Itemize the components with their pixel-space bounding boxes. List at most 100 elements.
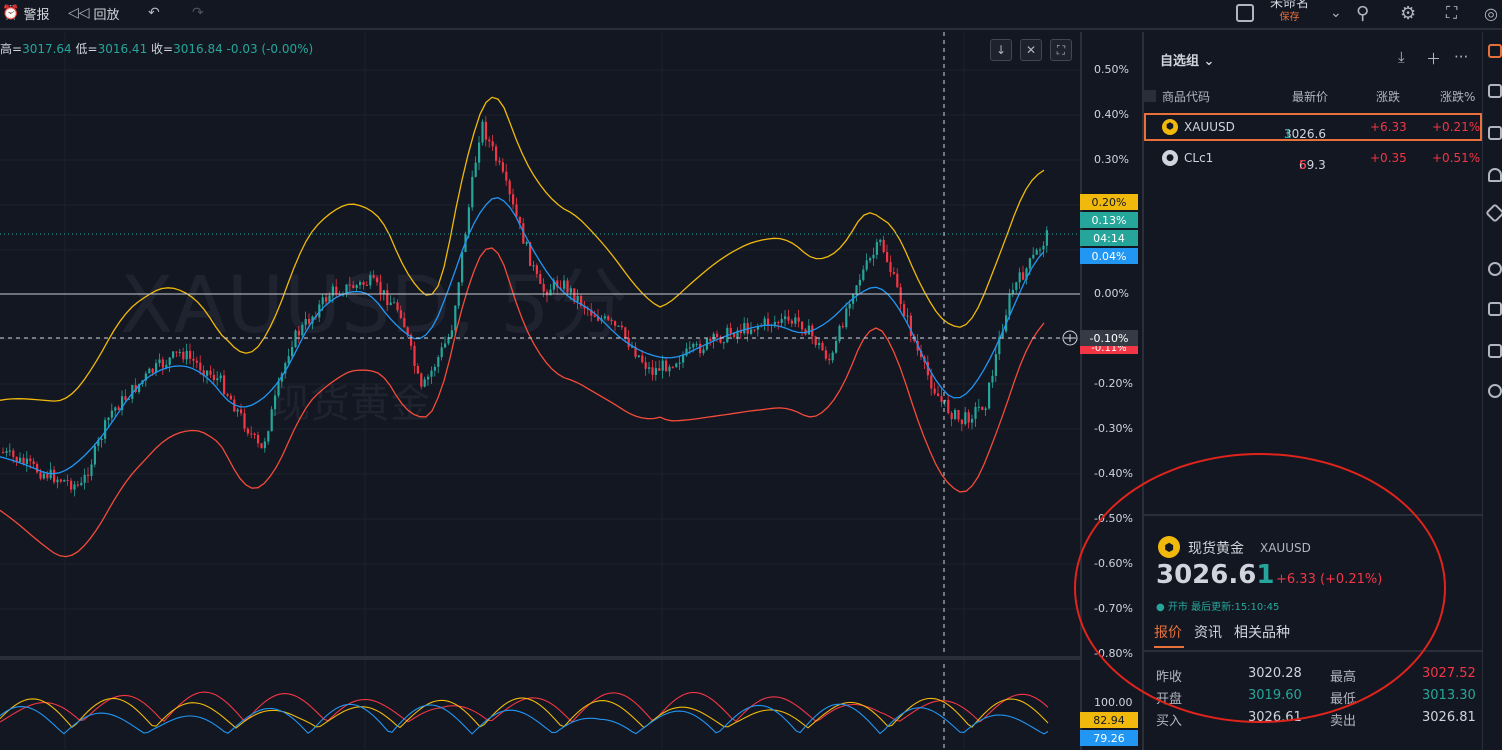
row-change: +0.35 (1370, 151, 1407, 165)
camera-icon: ◎ (1484, 3, 1498, 23)
square-icon (1236, 4, 1254, 22)
download-icon: ⤓ (1398, 48, 1405, 66)
ask-value: 3026.81 (1422, 710, 1476, 725)
watchlist-row[interactable]: ⬢ XAUUSD 3026.6 1 +6.33 +0.21% (1144, 113, 1482, 141)
layout-save-status: 保存 (1279, 12, 1300, 23)
gear-icon: ⚙ (1400, 2, 1417, 24)
fullscreen-icon: ⛶ (1446, 3, 1458, 22)
symbol-details: ⬢ 现货黄金 XAUUSD 3026.61 +6.33 (+0.21%) ● 开… (1144, 514, 1484, 750)
ohlc-high: 3017.64 (22, 42, 72, 56)
pane-separator (0, 656, 1080, 660)
ohlc-legend: 高=3017.64 低=3016.41 收=3016.84 -0.03 (-0.… (0, 40, 313, 57)
row-change: +6.33 (1370, 120, 1407, 134)
redo-button[interactable]: ↷ (192, 0, 204, 26)
open-label: 开盘 (1156, 692, 1183, 707)
layers-icon[interactable] (1485, 203, 1502, 223)
checkbox-icon[interactable] (1144, 90, 1156, 102)
alerts-list-icon[interactable] (1488, 84, 1502, 98)
scale-label: 0.00% (1094, 287, 1129, 300)
alerts-button[interactable]: ⏰ 警报 (2, 0, 49, 26)
col-change[interactable]: 涨跌 (1376, 88, 1400, 105)
high-label: 最高 (1330, 670, 1357, 685)
watchlist-icon[interactable] (1488, 44, 1502, 58)
collapse-icon: ✕ (1025, 43, 1037, 57)
scale-label: -0.40% (1094, 467, 1133, 480)
chart-canvas[interactable]: XAUUSD, 5分 现货黄金 (0, 32, 1140, 750)
oil-drop-icon: ● (1162, 150, 1178, 166)
col-change-pct[interactable]: 涨跌% (1440, 88, 1475, 105)
add-symbol-button[interactable]: ＋ (1426, 48, 1441, 69)
col-symbol[interactable]: 商品代码 (1162, 88, 1210, 105)
more-options-button[interactable]: ··· (1454, 48, 1468, 66)
calendar-icon[interactable] (1488, 126, 1502, 140)
price-chart[interactable]: XAUUSD, 5分 现货黄金 高=3017.64 低=3016.41 收=30… (0, 32, 1140, 750)
ohlc-change: -0.03 (-0.00%) (226, 42, 314, 56)
ohlc-close: 3016.84 (173, 42, 223, 56)
scale-label: 0.50% (1094, 63, 1129, 76)
col-last[interactable]: 最新价 (1292, 88, 1328, 105)
bid-label: 买入 (1156, 714, 1183, 729)
prev-close-label: 昨收 (1156, 670, 1183, 685)
settings-button[interactable]: ⚙ (1400, 0, 1416, 26)
layout-name: 未命名 (1270, 0, 1310, 11)
scale-label: -0.20% (1094, 377, 1133, 390)
price-scale-border (1080, 32, 1082, 750)
idea-icon[interactable] (1488, 302, 1502, 316)
detail-symbol: XAUUSD (1260, 541, 1311, 555)
scroll-down-button[interactable]: ↓ (990, 39, 1012, 61)
open-value: 3019.60 (1248, 688, 1302, 703)
layout-name-button[interactable]: 未命名 保存 (1270, 0, 1309, 27)
tab-news[interactable]: 资讯 (1194, 622, 1222, 642)
notification-icon[interactable] (1488, 168, 1502, 182)
tab-quote[interactable]: 报价 (1154, 622, 1182, 642)
chevron-down-icon: ⌄ (1199, 54, 1215, 69)
scale-label: -0.80% (1094, 647, 1133, 660)
undo-icon: ↶ (148, 5, 160, 21)
search-icon: ⚲ (1356, 2, 1370, 24)
undo-button[interactable]: ↶ (148, 0, 160, 26)
detail-price: 3026.61 (1156, 560, 1275, 590)
row-change-pct: +0.51% (1432, 151, 1481, 165)
ohlc-high-label: 高= (0, 42, 23, 56)
layout-square-button[interactable] (1236, 0, 1254, 26)
target-icon[interactable] (1488, 262, 1502, 276)
ohlc-close-label: 收= (151, 42, 174, 56)
layout-menu-button[interactable]: ⌄ (1330, 0, 1342, 26)
osc-scale-label: 100.00 (1094, 696, 1133, 709)
ask-label: 卖出 (1330, 714, 1357, 729)
alerts-label: 警报 (23, 7, 50, 23)
snapshot-button[interactable]: ◎ (1484, 0, 1498, 26)
scale-label: -0.30% (1094, 422, 1133, 435)
arrow-down-icon: ↓ (995, 43, 1007, 57)
row-symbol: CLc1 (1184, 151, 1214, 165)
fullscreen-button[interactable]: ⛶ (1446, 0, 1457, 26)
watchlist-title-button[interactable]: 自选组 ⌄ (1160, 50, 1214, 69)
quick-search-button[interactable]: ⚲ (1356, 0, 1369, 26)
high-value: 3027.52 (1422, 666, 1476, 681)
watermark-name: 现货黄金 (270, 381, 430, 427)
gold-bars-icon: ⬢ (1162, 119, 1178, 135)
maximize-button[interactable]: ⛶ (1050, 39, 1072, 61)
upper-band-tag: 0.20% (1080, 194, 1138, 210)
bar-countdown-tag: 04:14 (1080, 230, 1138, 246)
replay-button[interactable]: ◁◁ 回放 (68, 0, 120, 26)
detail-change: +6.33 (+0.21%) (1276, 572, 1383, 587)
scale-label: 0.30% (1094, 153, 1129, 166)
grid-icon[interactable] (1488, 344, 1502, 358)
watchlist-row[interactable]: ● CLc1 69.3 5 +0.35 +0.51% (1144, 144, 1484, 172)
import-button[interactable]: ⤓ (1398, 48, 1405, 66)
replay-label: 回放 (93, 7, 120, 23)
chart-grid (0, 32, 1080, 750)
last-price-tag: 0.13% (1080, 212, 1138, 228)
rewind-icon: ◁◁ (68, 5, 90, 21)
help-icon[interactable] (1488, 384, 1502, 398)
bollinger-upper-line (0, 96, 1045, 402)
maximize-icon: ⛶ (1056, 42, 1066, 57)
tab-related[interactable]: 相关品种 (1234, 622, 1290, 642)
collapse-button[interactable]: ✕ (1020, 39, 1042, 61)
scale-label: -0.60% (1094, 557, 1133, 570)
prev-close-value: 3020.28 (1248, 666, 1302, 681)
low-value: 3013.30 (1422, 688, 1476, 703)
osc-blue-tag: 79.26 (1080, 730, 1138, 746)
basis-tag: 0.04% (1080, 248, 1138, 264)
